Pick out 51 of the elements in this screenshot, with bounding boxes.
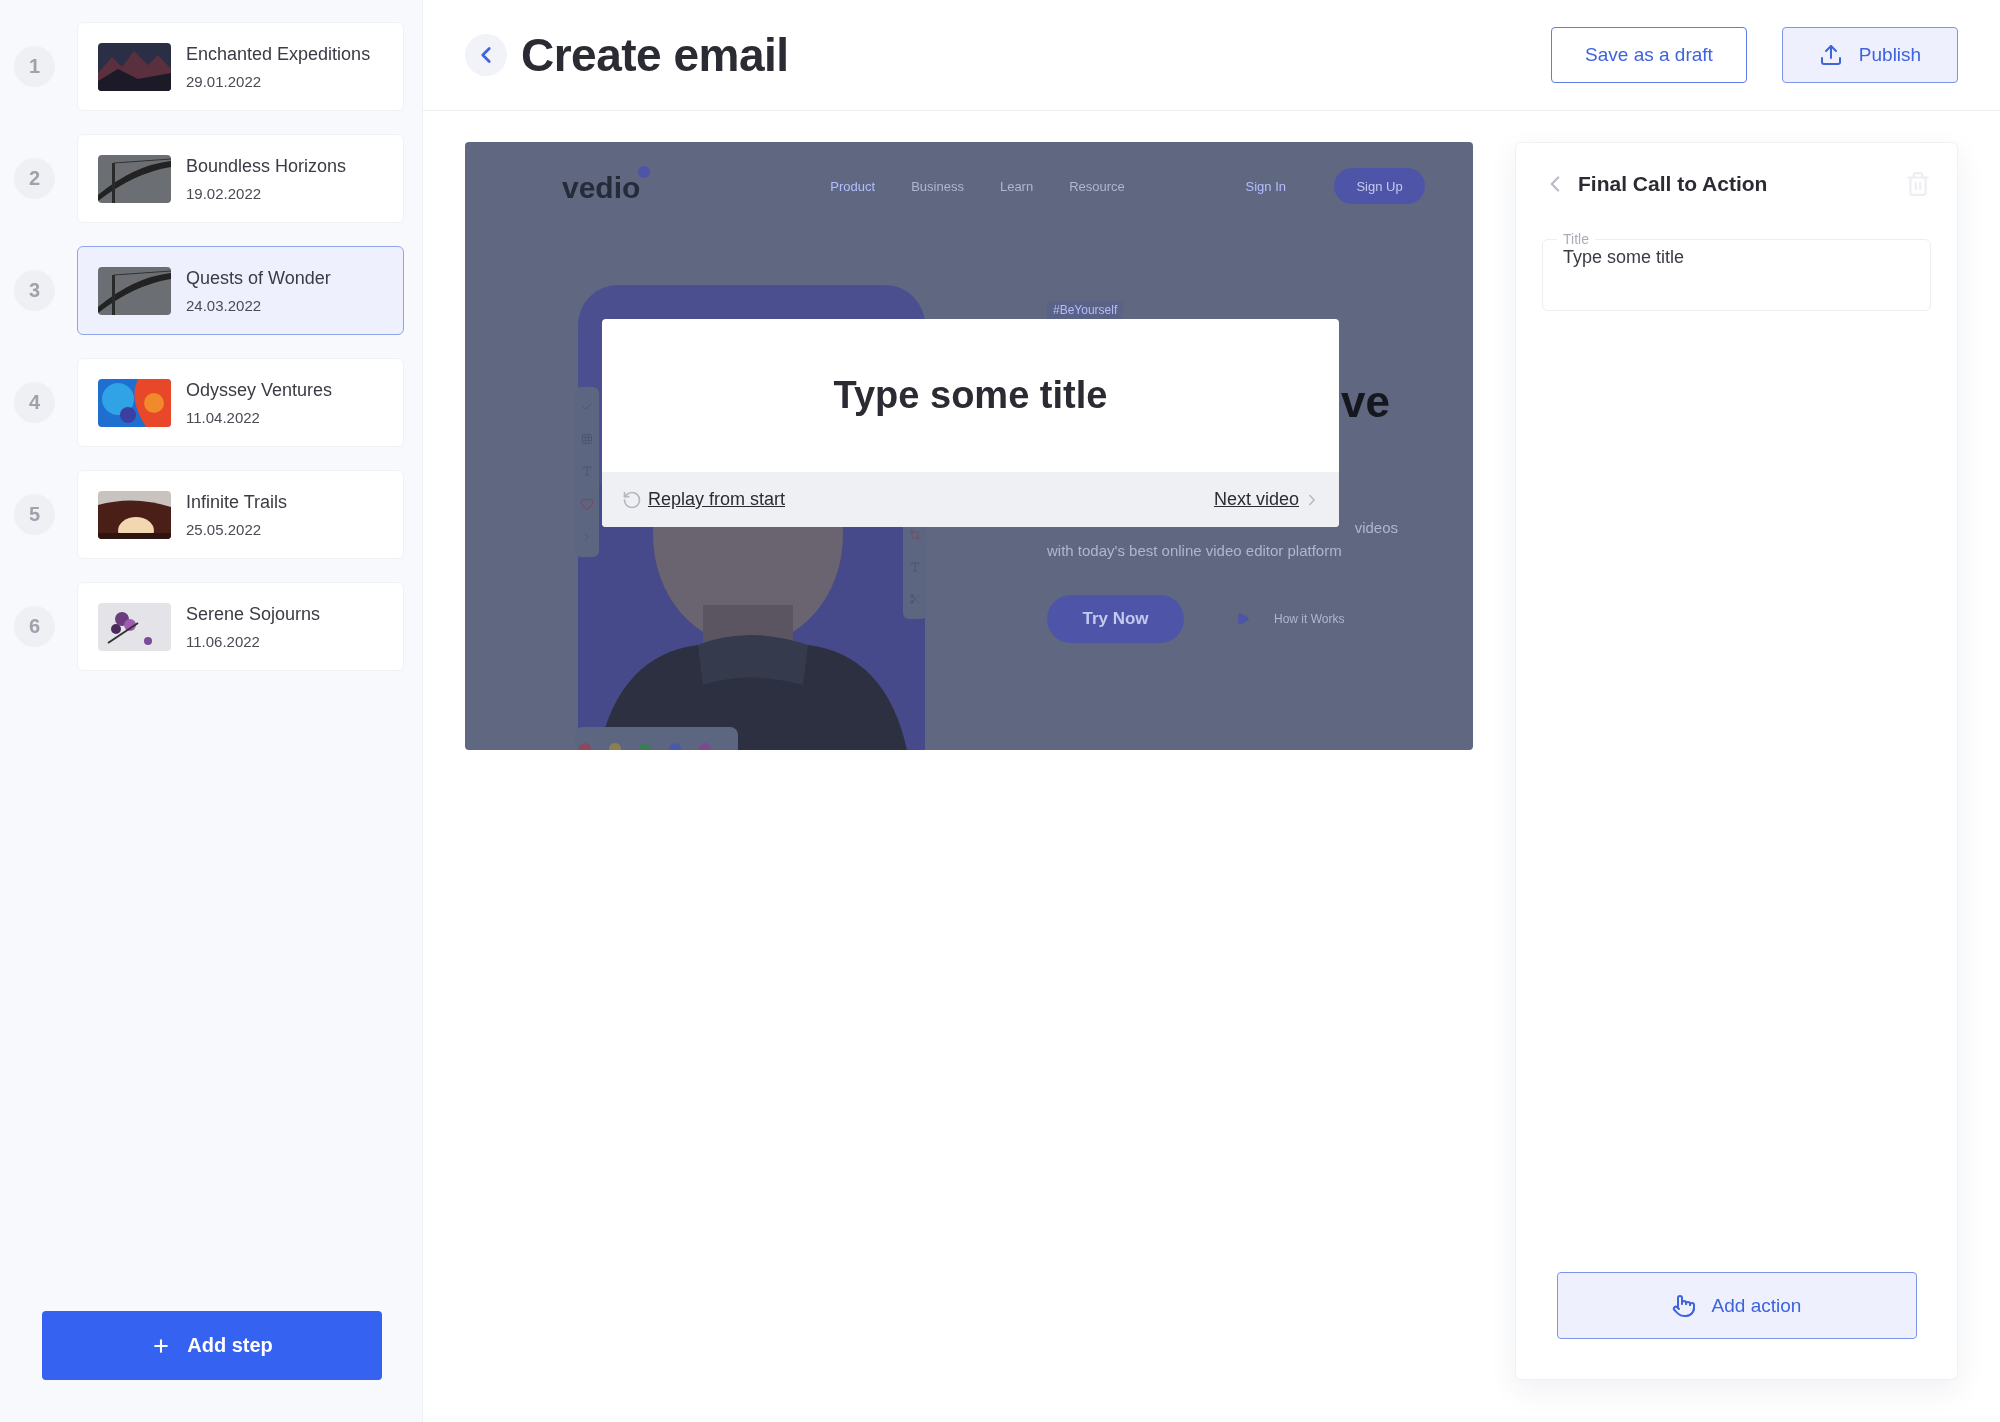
website-sign-up: Sign Up xyxy=(1334,168,1425,204)
step-number: 4 xyxy=(14,382,55,423)
step-title: Quests of Wonder xyxy=(186,267,331,289)
step-date: 11.06.2022 xyxy=(186,632,261,650)
add-step-button[interactable]: Add step xyxy=(42,1311,382,1380)
title-input[interactable]: Type some title xyxy=(1563,247,1910,268)
back-button[interactable] xyxy=(465,34,507,76)
replay-link[interactable]: Replay from start xyxy=(648,489,786,510)
next-video-link[interactable]: Next video xyxy=(1213,489,1299,510)
step-card[interactable]: Odyssey Ventures 11.04.2022 xyxy=(77,358,404,447)
step-card[interactable]: Infinite Trails 25.05.2022 xyxy=(77,470,404,559)
website-heading: ve xyxy=(1341,377,1390,427)
step-card[interactable]: Boundless Horizons 19.02.2022 xyxy=(77,134,404,223)
step-date: 24.03.2022 xyxy=(186,296,263,314)
crop-icon xyxy=(909,529,921,541)
website-sign-in: Sign In xyxy=(1245,178,1286,194)
step-title: Boundless Horizons xyxy=(186,155,347,177)
step-number: 2 xyxy=(14,158,55,199)
step-number: 3 xyxy=(14,270,55,311)
step-card[interactable]: Enchanted Expeditions 29.01.2022 xyxy=(77,22,404,111)
step-number: 6 xyxy=(14,606,55,647)
page-title: Create email xyxy=(521,28,789,82)
website-logo: vedio xyxy=(562,166,651,206)
pointer-icon xyxy=(1671,1293,1696,1318)
title-field[interactable]: Title Type some title xyxy=(1542,231,1931,311)
step-date: 29.01.2022 xyxy=(186,72,263,90)
website-tagline: with today's best online video editor platform xyxy=(1047,542,1343,559)
field-label: Title xyxy=(1562,231,1590,247)
step-date: 25.05.2022 xyxy=(186,520,263,538)
step-number: 5 xyxy=(14,494,55,535)
step-card[interactable]: Serene Sojourns 11.06.2022 xyxy=(77,582,404,671)
play-icon xyxy=(1236,612,1250,626)
website-how-it-works: How it Works xyxy=(1274,612,1345,626)
save-draft-button[interactable]: Save as a draft xyxy=(1551,27,1747,83)
step-number: 1 xyxy=(14,46,55,87)
website-text: videos xyxy=(1354,519,1398,536)
publish-button[interactable]: Publish xyxy=(1782,27,1958,83)
panel-title: Final Call to Action xyxy=(1578,172,1768,196)
step-date: 11.04.2022 xyxy=(186,408,261,426)
add-action-button[interactable]: Add action xyxy=(1556,1272,1917,1339)
step-title: Enchanted Expeditions xyxy=(186,43,371,65)
step-title: Serene Sojourns xyxy=(186,603,321,625)
upload-icon xyxy=(1818,43,1843,67)
website-hashtag: #BeYourself xyxy=(1047,301,1124,319)
step-date: 19.02.2022 xyxy=(186,184,263,202)
modal-title: Type some title xyxy=(832,373,1109,418)
heart-icon xyxy=(580,497,594,511)
step-card[interactable]: Quests of Wonder 24.03.2022 xyxy=(77,246,404,335)
step-title: Odyssey Ventures xyxy=(186,379,333,401)
step-title: Infinite Trails xyxy=(186,491,288,513)
replay-icon xyxy=(622,489,642,510)
